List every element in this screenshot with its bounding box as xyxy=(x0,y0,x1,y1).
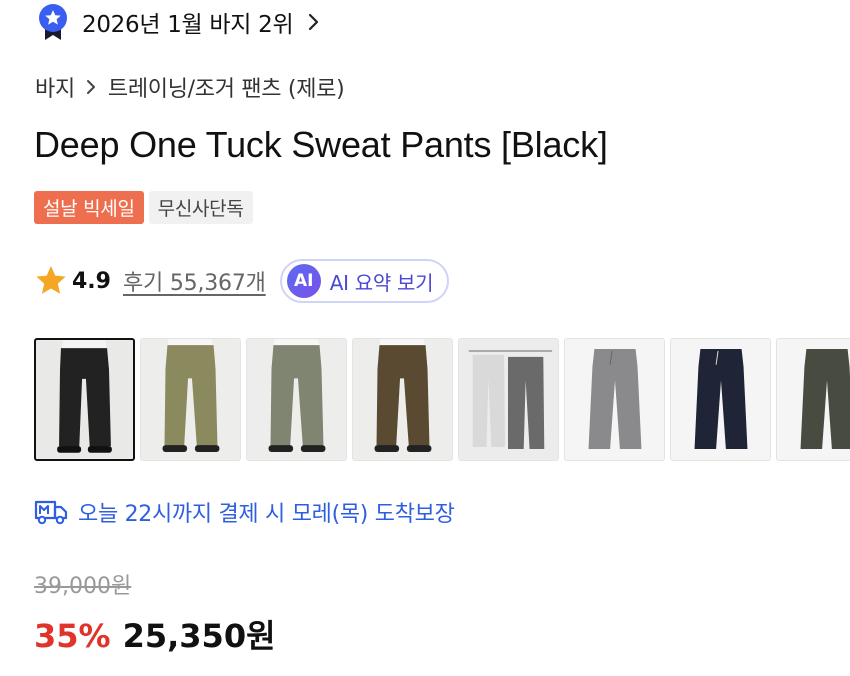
thumbnail-grey-flat[interactable] xyxy=(564,338,665,461)
thumbnail-navy-flat[interactable] xyxy=(670,338,771,461)
star-icon xyxy=(36,266,66,294)
delivery-text: 오늘 22시까지 결제 시 모레(목) 도착보장 xyxy=(78,502,455,527)
delivery-guarantee: 오늘 22시까지 결제 시 모레(목) 도착보장 xyxy=(34,494,455,530)
thumbnail-darkolive-flat[interactable] xyxy=(776,338,850,461)
pants-image xyxy=(36,340,133,459)
thumbnail-brown-worn[interactable] xyxy=(352,338,453,461)
reviews-link[interactable]: 후기 55,367개 xyxy=(123,265,266,297)
pants-image xyxy=(353,339,452,460)
truck-icon xyxy=(34,500,68,525)
discount-rate: 35% xyxy=(34,617,111,655)
ranking-banner[interactable]: 2026년 1월 바지 2위 xyxy=(36,2,321,42)
original-price: 39,000원 xyxy=(34,574,132,599)
chevron-right-icon xyxy=(86,80,95,94)
ranking-text: 2026년 1월 바지 2위 xyxy=(82,12,294,38)
chevron-right-icon xyxy=(309,13,319,31)
thumbnail-strip xyxy=(34,338,850,461)
pants-image xyxy=(459,339,558,460)
pants-image xyxy=(671,339,770,460)
ai-icon: AI xyxy=(286,264,321,298)
ranking-badge-icon xyxy=(39,4,67,40)
thumbnail-black-worn[interactable] xyxy=(34,338,135,461)
pants-image xyxy=(247,339,346,460)
exclusive-tag: 무신사단독 xyxy=(148,191,253,224)
breadcrumb-category[interactable]: 바지 xyxy=(35,71,75,103)
thumbnail-hanger-set[interactable] xyxy=(458,338,559,461)
final-price: 25,350원 xyxy=(122,617,276,655)
thumbnail-khaki-worn[interactable] xyxy=(246,338,347,461)
sale-tag: 설날 빅세일 xyxy=(34,191,144,224)
pants-image xyxy=(565,339,664,460)
ai-summary-button[interactable]: AI AI 요약 보기 xyxy=(279,259,450,303)
thumbnail-olive-worn[interactable] xyxy=(140,338,241,461)
price-row: 35% 25,350원 xyxy=(34,611,276,657)
rating-row: 4.9 후기 55,367개 AI AI 요약 보기 xyxy=(34,258,450,304)
pants-image xyxy=(777,339,850,460)
product-title: Deep One Tuck Sweat Pants [Black] xyxy=(34,124,608,165)
tag-list: 설날 빅세일 무신사단독 xyxy=(34,191,253,224)
rating-score: 4.9 xyxy=(72,268,111,294)
breadcrumb-subcategory[interactable]: 트레이닝/조거 팬츠 (제로) xyxy=(108,71,345,103)
ai-summary-label: AI 요약 보기 xyxy=(329,270,434,295)
pants-image xyxy=(141,339,240,460)
breadcrumb: 바지 트레이닝/조거 팬츠 (제로) xyxy=(35,70,345,104)
